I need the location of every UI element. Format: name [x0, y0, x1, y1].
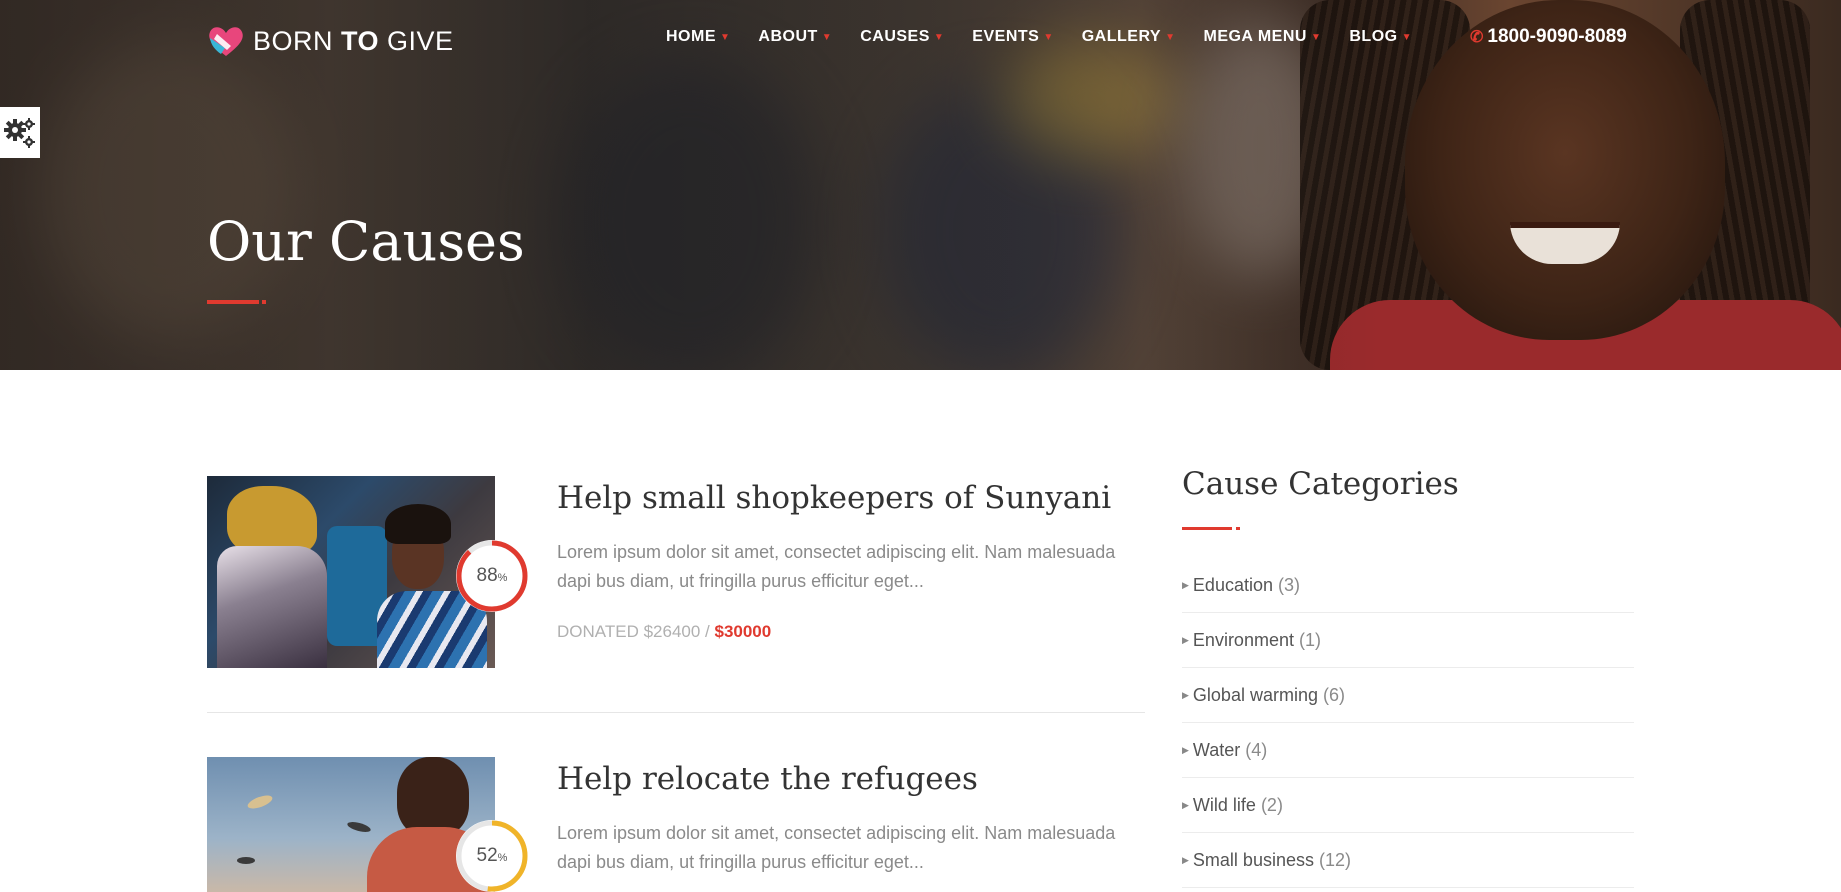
progress-ring: 88%: [456, 540, 528, 612]
caret-right-icon: ▶: [1182, 854, 1189, 865]
progress-ring: 52%: [456, 820, 528, 892]
category-item-water[interactable]: ▶ Water (4): [1182, 723, 1634, 778]
gears-icon: [4, 117, 35, 148]
nav-gallery[interactable]: GALLERY ▼: [1082, 28, 1176, 46]
brand-logo[interactable]: BORN TO GIVE: [207, 24, 454, 58]
category-list: ▶ Education (3) ▶ Environment (1) ▶ Global wa…: [1182, 558, 1634, 888]
caret-right-icon: ▶: [1182, 579, 1189, 590]
category-item-education[interactable]: ▶ Education (3): [1182, 558, 1634, 613]
caret-down-icon: ▼: [1165, 31, 1176, 43]
caret-down-icon: ▼: [720, 31, 731, 43]
category-item-global-warming[interactable]: ▶ Global warming (6): [1182, 668, 1634, 723]
caret-right-icon: ▶: [1182, 799, 1189, 810]
caret-down-icon: ▼: [1043, 31, 1054, 43]
cause-description: Lorem ipsum dolor sit amet, consectet ad…: [557, 542, 1116, 591]
caret-right-icon: ▶: [1182, 744, 1189, 755]
cause-title[interactable]: Help relocate the refugees: [557, 761, 978, 797]
category-item-environment[interactable]: ▶ Environment (1): [1182, 613, 1634, 668]
caret-down-icon: ▼: [1401, 31, 1412, 43]
phone-icon: ✆: [1470, 29, 1484, 46]
caret-down-icon: ▼: [821, 31, 833, 43]
caret-down-icon: ▼: [1310, 31, 1322, 43]
cause-image[interactable]: [207, 476, 495, 668]
cause-description: Lorem ipsum dolor sit amet, consectet ad…: [557, 823, 1116, 872]
main-nav: HOME ▼ ABOUT ▼ CAUSES ▼ EVENTS ▼ GALLERY ▼ ME…: [666, 28, 1440, 46]
category-item-small-business[interactable]: ▶ Small business (12): [1182, 833, 1634, 888]
caret-right-icon: ▶: [1182, 689, 1189, 700]
cause-title[interactable]: Help small shopkeepers of Sunyani: [557, 480, 1111, 516]
sidebar-title: Cause Categories: [1182, 466, 1459, 502]
nav-home[interactable]: HOME ▼: [666, 28, 730, 46]
title-underline: [207, 300, 259, 304]
nav-events[interactable]: EVENTS ▼: [972, 28, 1053, 46]
nav-blog[interactable]: BLOG ▼: [1349, 28, 1412, 46]
category-item-wild-life[interactable]: ▶ Wild life (2): [1182, 778, 1634, 833]
cause-image[interactable]: [207, 757, 495, 892]
cause-donation-status: DONATED $26400 / $30000: [557, 622, 772, 641]
settings-toggle[interactable]: [0, 107, 40, 158]
nav-causes[interactable]: CAUSES ▼: [860, 28, 944, 46]
cause-card: 88% Help small shopkeepers of Sunyani Lo…: [207, 476, 1145, 676]
brand-name: BORN TO GIVE: [253, 25, 454, 56]
cause-card: 52% Help relocate the refugees Lorem ips…: [207, 757, 1145, 892]
caret-right-icon: ▶: [1182, 634, 1189, 645]
phone-number[interactable]: ✆ 1800-9090-8089: [1470, 26, 1627, 48]
divider: [207, 712, 1145, 713]
nav-mega-menu[interactable]: MEGA MENU ▼: [1203, 28, 1321, 46]
caret-down-icon: ▼: [933, 31, 945, 43]
heart-hands-icon: [207, 24, 245, 58]
sidebar-title-underline: [1182, 527, 1232, 530]
page-title: Our Causes: [207, 210, 525, 273]
nav-about[interactable]: ABOUT ▼: [758, 28, 832, 46]
